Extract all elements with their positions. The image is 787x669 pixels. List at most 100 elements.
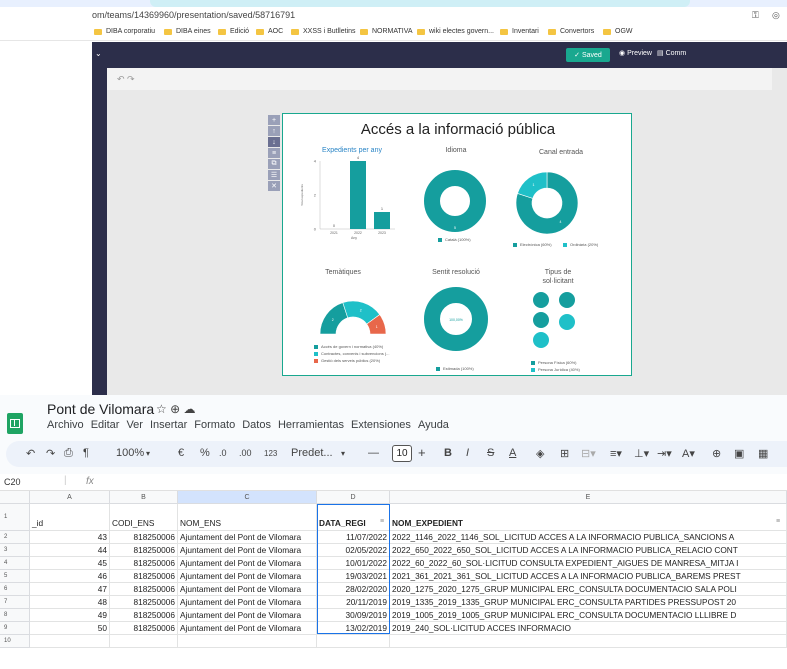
- saved-button[interactable]: ✓ Saved: [566, 48, 610, 62]
- merge-cells-icon[interactable]: ⊟▾: [581, 447, 596, 460]
- key-icon[interactable]: ⚿: [752, 10, 759, 21]
- column-header-c[interactable]: C: [178, 491, 317, 504]
- header-cell[interactable]: _id: [30, 504, 110, 531]
- menu-herramientas[interactable]: Herramientas: [278, 419, 344, 431]
- comment-icon[interactable]: ▣: [734, 447, 744, 460]
- text-color-button[interactable]: A: [509, 447, 516, 459]
- cell[interactable]: 818250006: [110, 622, 178, 635]
- address-bar[interactable]: om/teams/14369960/presentation/saved/587…: [0, 7, 787, 25]
- bold-button[interactable]: B: [444, 447, 452, 459]
- preview-button[interactable]: ◉ Preview: [619, 49, 652, 57]
- cell[interactable]: 818250006: [110, 609, 178, 622]
- bookmark-item[interactable]: DIBA corporatiu: [94, 28, 155, 35]
- cell[interactable]: 46: [30, 570, 110, 583]
- header-cell[interactable]: NOM_EXPEDIENT: [390, 504, 787, 531]
- cell[interactable]: 818250006: [110, 557, 178, 570]
- cell[interactable]: Ajuntament del Pont de Vilomara: [178, 596, 317, 609]
- column-header-b[interactable]: B: [110, 491, 178, 504]
- cell[interactable]: 10/01/2022: [317, 557, 390, 570]
- menu-extensiones[interactable]: Extensiones: [351, 419, 411, 431]
- comment-button[interactable]: ▤ Comm: [657, 49, 686, 57]
- redo-button[interactable]: ↷: [46, 447, 55, 460]
- bookmark-item[interactable]: wiki electes govern...: [417, 28, 494, 35]
- row-number[interactable]: 2: [0, 531, 30, 544]
- align-icon[interactable]: ≡▾: [610, 447, 622, 460]
- header-cell[interactable]: CODI_ENS: [110, 504, 178, 531]
- currency-button[interactable]: €: [178, 447, 184, 459]
- decrease-font-button[interactable]: —: [368, 447, 379, 459]
- menu-ver[interactable]: Ver: [126, 419, 143, 431]
- percent-button[interactable]: %: [200, 447, 210, 459]
- cell[interactable]: [390, 635, 787, 648]
- cell[interactable]: 2022_60_2022_60_SOL·LICITUD CONSULTA EXP…: [390, 557, 787, 570]
- redo-icon[interactable]: ↷: [127, 74, 135, 85]
- cell[interactable]: [30, 635, 110, 648]
- cell[interactable]: 13/02/2019: [317, 622, 390, 635]
- cell[interactable]: 2019_1005_2019_1005_GRUP MUNICIPAL ERC_C…: [390, 609, 787, 622]
- font-select[interactable]: Predet...: [291, 447, 333, 459]
- document-title[interactable]: Pont de Vilomara: [47, 401, 154, 417]
- bookmark-item[interactable]: OGW: [603, 28, 633, 35]
- cell[interactable]: 11/07/2022: [317, 531, 390, 544]
- more-formats-button[interactable]: 123: [264, 449, 277, 458]
- strikethrough-button[interactable]: S: [487, 447, 494, 459]
- filter-icon[interactable]: ≡: [380, 518, 384, 525]
- spreadsheet-grid[interactable]: A B C D E 1 _id CODI_ENS NOM_ENS DATA_REGI NO…: [0, 491, 787, 669]
- filter-icon[interactable]: ≡: [776, 518, 780, 525]
- cell[interactable]: 818250006: [110, 531, 178, 544]
- cell[interactable]: 2019_240_SOL·LICITUD ACCES INFORMACIO: [390, 622, 787, 635]
- fill-color-icon[interactable]: ◈: [536, 447, 544, 460]
- cell[interactable]: 44: [30, 544, 110, 557]
- bookmark-item[interactable]: Inventari: [500, 28, 539, 35]
- rotate-icon[interactable]: A▾: [682, 447, 695, 460]
- title-actions[interactable]: ☆ ⊕ ☁: [156, 402, 195, 416]
- cell[interactable]: 818250006: [110, 583, 178, 596]
- active-tab[interactable]: [150, 0, 690, 7]
- cell[interactable]: 2021_361_2021_361_SOL_LICITUD ACCES A LA…: [390, 570, 787, 583]
- chevron-down-icon[interactable]: ⌄: [95, 49, 102, 58]
- move-up-icon[interactable]: ↑: [268, 126, 280, 136]
- menu-formato[interactable]: Formato: [194, 419, 235, 431]
- chevron-down-icon[interactable]: ▾: [341, 449, 345, 458]
- cell[interactable]: Ajuntament del Pont de Vilomara: [178, 609, 317, 622]
- cell[interactable]: 818250006: [110, 596, 178, 609]
- cell[interactable]: Ajuntament del Pont de Vilomara: [178, 622, 317, 635]
- row-number[interactable]: 1: [0, 504, 30, 531]
- row-number[interactable]: 9: [0, 622, 30, 635]
- move-down-icon[interactable]: ↓: [268, 137, 280, 147]
- cell[interactable]: Ajuntament del Pont de Vilomara: [178, 531, 317, 544]
- url-text[interactable]: om/teams/14369960/presentation/saved/587…: [92, 10, 295, 20]
- cell[interactable]: 30/09/2019: [317, 609, 390, 622]
- menu-datos[interactable]: Datos: [242, 419, 271, 431]
- chart-icon[interactable]: ▦: [758, 447, 768, 460]
- cell[interactable]: Ajuntament del Pont de Vilomara: [178, 544, 317, 557]
- menu-insertar[interactable]: Insertar: [150, 419, 187, 431]
- infographic[interactable]: Accés a la informació pública Expedients…: [282, 113, 632, 376]
- bookmark-item[interactable]: AOC: [256, 28, 283, 35]
- bookmark-item[interactable]: Edició: [218, 28, 249, 35]
- cell[interactable]: 2020_1275_2020_1275_GRUP MUNICIPAL ERC_C…: [390, 583, 787, 596]
- cell[interactable]: 50: [30, 622, 110, 635]
- italic-button[interactable]: I: [466, 447, 469, 459]
- chevron-down-icon[interactable]: ▾: [146, 449, 150, 458]
- zoom-select[interactable]: 100%: [116, 447, 144, 459]
- cell[interactable]: 28/02/2020: [317, 583, 390, 596]
- cell[interactable]: 49: [30, 609, 110, 622]
- row-number[interactable]: 10: [0, 635, 30, 648]
- name-box[interactable]: C20: [4, 477, 21, 487]
- column-header-a[interactable]: A: [30, 491, 110, 504]
- row-number[interactable]: 6: [0, 583, 30, 596]
- delete-icon[interactable]: ✕: [268, 181, 280, 191]
- row-number[interactable]: 4: [0, 557, 30, 570]
- column-header-e[interactable]: E: [390, 491, 787, 504]
- cell[interactable]: Ajuntament del Pont de Vilomara: [178, 570, 317, 583]
- cell[interactable]: Ajuntament del Pont de Vilomara: [178, 557, 317, 570]
- cell[interactable]: [110, 635, 178, 648]
- row-number[interactable]: 7: [0, 596, 30, 609]
- zoom-icon[interactable]: ◎: [772, 10, 780, 21]
- font-size-input[interactable]: 10: [392, 445, 412, 462]
- undo-button[interactable]: ↶: [26, 447, 35, 460]
- cell[interactable]: Ajuntament del Pont de Vilomara: [178, 583, 317, 596]
- header-cell[interactable]: NOM_ENS: [178, 504, 317, 531]
- menu-ayuda[interactable]: Ayuda: [418, 419, 449, 431]
